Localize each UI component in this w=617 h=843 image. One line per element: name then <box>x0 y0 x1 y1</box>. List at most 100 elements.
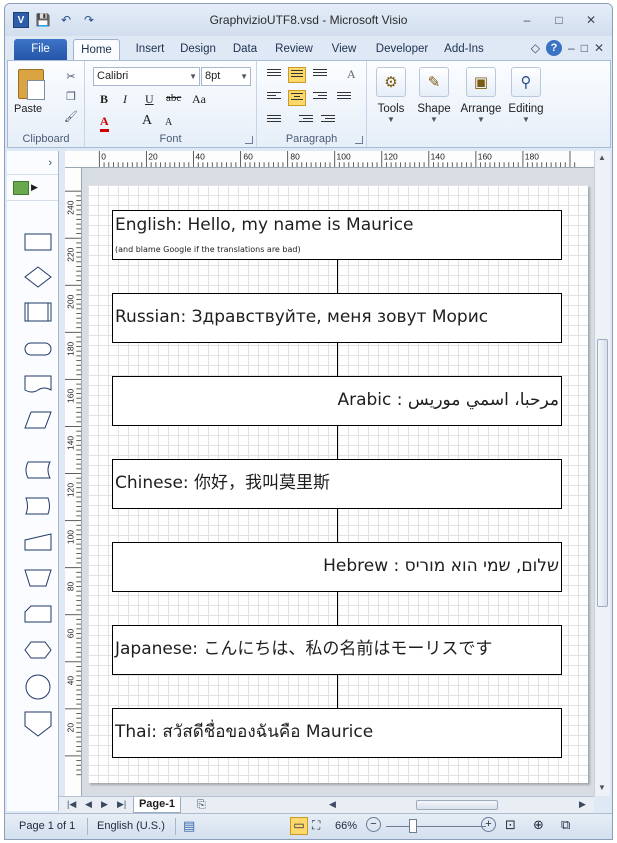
align-center-icon[interactable] <box>288 90 306 106</box>
thai-greeting-box[interactable]: Thai: สวัสดีชื่อของฉันคือ Maurice <box>112 708 562 758</box>
macro-record-icon[interactable]: ▤ <box>183 818 195 834</box>
doc-close-button[interactable]: ✕ <box>594 41 604 55</box>
shape-button[interactable]: ✎ Shape ▼ <box>413 65 455 124</box>
tab-view[interactable]: View <box>325 39 363 60</box>
prev-page-icon[interactable]: ◀ <box>85 799 92 810</box>
subprocess-shape-icon[interactable] <box>24 301 52 323</box>
last-page-icon[interactable]: ▶| <box>117 799 126 810</box>
tab-home[interactable]: Home <box>73 39 120 60</box>
normal-view-icon[interactable]: ▭ <box>290 817 308 835</box>
tab-design[interactable]: Design <box>175 39 221 60</box>
scroll-down-icon[interactable]: ▼ <box>598 783 606 792</box>
connector-line[interactable] <box>337 343 338 376</box>
connector-line[interactable] <box>337 675 338 708</box>
manual-input-shape-icon[interactable] <box>24 531 52 553</box>
increase-indent-icon[interactable] <box>319 113 337 129</box>
japanese-greeting-box[interactable]: Japanese: こんにちは、私の名前はモーリスです <box>112 625 562 675</box>
shrink-font-button[interactable]: A <box>165 117 172 128</box>
zoom-slider-track[interactable] <box>386 826 486 827</box>
card-shape-icon[interactable] <box>24 603 52 625</box>
switch-windows-icon[interactable]: ⧉ <box>561 817 570 833</box>
tab-data[interactable]: Data <box>227 39 263 60</box>
next-page-icon[interactable]: ▶ <box>101 799 108 810</box>
maximize-button[interactable]: □ <box>544 10 574 30</box>
doc-restore-button[interactable]: □ <box>581 41 588 55</box>
fit-page-icon[interactable]: ⊡ <box>505 817 516 833</box>
connector-line[interactable] <box>337 592 338 625</box>
strikethrough-button[interactable]: abc <box>166 92 181 104</box>
minimize-button[interactable]: – <box>512 10 542 30</box>
font-size-combo[interactable]: 8pt ▼ <box>201 67 251 86</box>
russian-greeting-box[interactable]: Russian: Здравствуйте, меня зовут Морис <box>112 293 562 343</box>
justify-icon[interactable] <box>335 90 353 106</box>
rectangle-shape-icon[interactable] <box>24 231 52 253</box>
arrange-button[interactable]: ▣ Arrange ▼ <box>458 65 504 124</box>
drawing-page[interactable]: English: Hello, my name is Maurice (and … <box>88 185 588 783</box>
decrease-indent-icon[interactable] <box>297 113 315 129</box>
connector-line[interactable] <box>337 260 338 293</box>
scroll-right-icon[interactable]: ▶ <box>579 799 586 810</box>
document-shape-icon[interactable] <box>24 373 52 395</box>
cut-icon[interactable]: ✂ <box>63 69 79 83</box>
close-button[interactable]: ✕ <box>576 10 606 30</box>
minimize-ribbon-icon[interactable]: ◇ <box>531 41 540 55</box>
connector-circle-shape-icon[interactable] <box>24 674 52 700</box>
drawing-canvas[interactable]: English: Hello, my name is Maurice (and … <box>82 168 594 796</box>
italic-button[interactable]: I <box>123 92 127 107</box>
chinese-greeting-box[interactable]: Chinese: 你好，我叫莫里斯 <box>112 459 562 509</box>
font-family-combo[interactable]: Calibri ▼ <box>93 67 200 86</box>
doc-minimize-button[interactable]: – <box>568 41 575 55</box>
first-page-icon[interactable]: |◀ <box>67 799 76 810</box>
zoom-in-button[interactable]: + <box>481 817 496 832</box>
paragraph-dialog-launcher-icon[interactable] <box>355 136 363 144</box>
vertical-scrollbar[interactable]: ▲ ▼ <box>594 151 610 796</box>
pan-zoom-icon[interactable]: ⊕ <box>533 817 544 833</box>
grow-font-button[interactable]: A <box>142 113 152 129</box>
expand-panel-icon[interactable]: › <box>48 157 52 169</box>
zoom-out-button[interactable]: − <box>366 817 381 832</box>
stored-data-shape-icon[interactable] <box>24 459 52 481</box>
tab-developer[interactable]: Developer <box>371 39 433 60</box>
english-greeting-box[interactable]: English: Hello, my name is Maurice (and … <box>112 210 562 260</box>
align-left-icon[interactable] <box>265 90 283 106</box>
off-page-reference-shape-icon[interactable] <box>24 711 52 737</box>
font-dialog-launcher-icon[interactable] <box>245 136 253 144</box>
full-screen-icon[interactable]: ⛶ <box>312 818 320 833</box>
format-painter-icon[interactable]: 🖌 <box>63 109 79 123</box>
language-status[interactable]: English (U.S.) <box>97 820 165 832</box>
arabic-greeting-box[interactable]: مرحبا، اسمي موريس : Arabic <box>112 376 562 426</box>
align-middle-icon[interactable] <box>288 67 306 83</box>
paste-button-label[interactable]: Paste <box>14 103 42 115</box>
manual-operation-shape-icon[interactable] <box>24 567 52 589</box>
bold-button[interactable]: B <box>100 92 108 107</box>
change-case-button[interactable]: Aa <box>192 92 206 107</box>
page-number-status[interactable]: Page 1 of 1 <box>19 820 75 832</box>
underline-button[interactable]: U <box>145 92 154 107</box>
tab-add-ins[interactable]: Add-Ins <box>441 39 487 60</box>
hebrew-greeting-box[interactable]: שלום, שמי הוא מוריס : Hebrew <box>112 542 562 592</box>
tab-insert[interactable]: Insert <box>129 39 171 60</box>
align-top-icon[interactable] <box>265 67 283 83</box>
zoom-slider-knob[interactable] <box>409 819 417 833</box>
preparation-shape-icon[interactable] <box>24 639 52 661</box>
data-shape-icon[interactable] <box>24 409 52 431</box>
font-color-button[interactable]: A <box>100 114 109 132</box>
paste-icon[interactable] <box>18 69 45 100</box>
connector-line[interactable] <box>337 509 338 542</box>
tab-page-1[interactable]: Page-1 <box>133 797 181 813</box>
tab-file[interactable]: File <box>14 39 67 60</box>
insert-page-icon[interactable]: ⎘ <box>197 799 206 812</box>
align-right-icon[interactable] <box>311 90 329 106</box>
terminator-shape-icon[interactable] <box>24 338 52 360</box>
copy-icon[interactable]: ❐ <box>63 89 79 103</box>
stencil-more-shapes[interactable]: ▶ <box>7 175 58 201</box>
scroll-up-icon[interactable]: ▲ <box>598 153 606 162</box>
help-icon[interactable]: ? <box>546 40 562 56</box>
direct-data-shape-icon[interactable] <box>24 495 52 517</box>
horizontal-ruler[interactable]: 0 20 40 60 80 100 120 140 160 180 <box>65 151 594 168</box>
diamond-shape-icon[interactable] <box>24 266 52 288</box>
vertical-ruler[interactable]: 240 220 200 180 160 140 120 100 80 60 40… <box>65 168 82 796</box>
align-bottom-icon[interactable] <box>311 67 329 83</box>
scroll-left-icon[interactable]: ◀ <box>329 799 336 810</box>
bullets-icon[interactable] <box>265 113 283 129</box>
